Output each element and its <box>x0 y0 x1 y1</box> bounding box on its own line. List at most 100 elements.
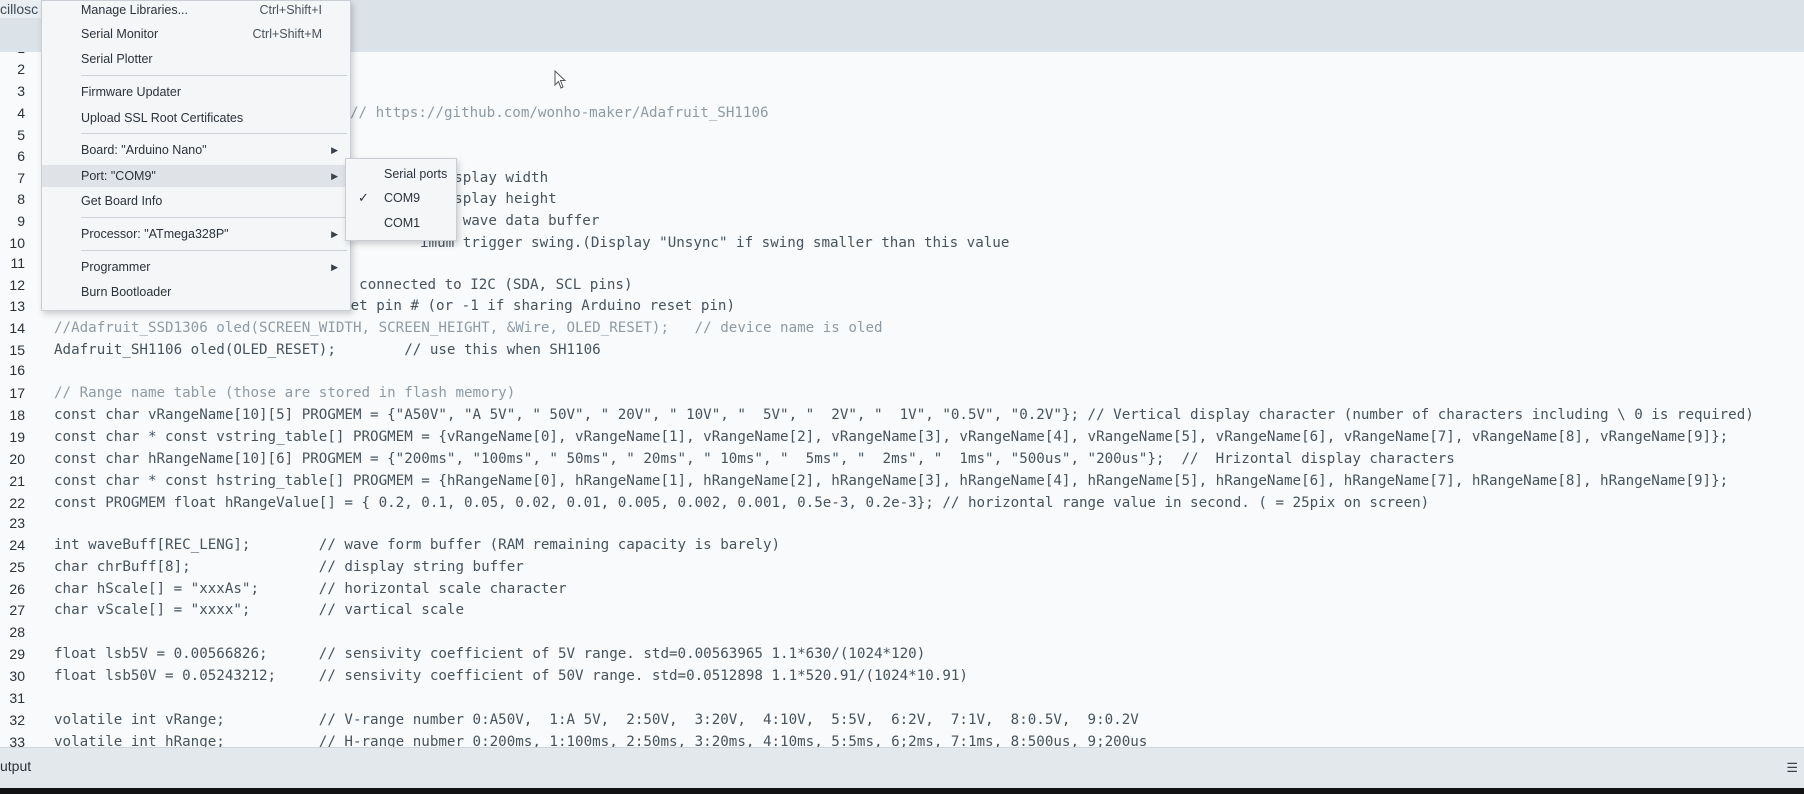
code-text: const char * const vstring_table[] PROGM… <box>54 429 1729 445</box>
line-number: 10 <box>9 235 25 251</box>
menu-item-label: Processor: "ATmega328P" <box>81 227 229 241</box>
line-number: 28 <box>9 624 25 640</box>
menu-item-port[interactable]: Port: "COM9" ▶ <box>42 165 350 187</box>
line-number: 24 <box>9 537 25 553</box>
code-line[interactable]: 28 <box>0 621 25 643</box>
code-line[interactable]: 29 float lsb5V = 0.00566826; // sensivity… <box>0 643 925 665</box>
code-line[interactable]: 23 <box>0 512 25 534</box>
code-line[interactable]: 30 float lsb50V = 0.05243212; // sensivit… <box>0 665 968 687</box>
line-number: 11 <box>10 255 25 271</box>
code-line[interactable]: 13 Reset pin # (or -1 if sharing Arduino … <box>0 295 735 317</box>
code-line[interactable]: 32 volatile int vRange; // V-range number… <box>0 709 1138 731</box>
menu-item-label: Get Board Info <box>81 194 163 208</box>
code-line[interactable]: 11 <box>0 252 25 274</box>
menu-divider <box>81 217 347 218</box>
menu-item-programmer[interactable]: Programmer ▶ <box>42 256 350 278</box>
code-text: Adafruit_SH1106 oled(OLED_RESET); // use… <box>54 342 601 358</box>
line-number: 8 <box>17 191 25 207</box>
menu-item-processor[interactable]: Processor: "ATmega328P" ▶ <box>42 223 350 245</box>
code-line[interactable]: 16 <box>0 359 25 381</box>
menu-item-label: Burn Bootloader <box>81 285 172 299</box>
code-text: // Range name table (those are stored in… <box>54 385 516 401</box>
submenu-item-label: COM9 <box>384 191 421 205</box>
code-line[interactable]: 4 // https://github.com/wonho-maker/Adafr… <box>0 102 768 124</box>
menu-item-label: Serial Plotter <box>81 52 153 66</box>
menu-item-firmware-updater[interactable]: Firmware Updater <box>42 81 350 103</box>
menu-item-label: Board: "Arduino Nano" <box>81 143 207 157</box>
code-line[interactable]: 25 char chrBuff[8]; // display string buf… <box>0 556 523 578</box>
line-number: 7 <box>17 170 25 186</box>
code-text: const char * const hstring_table[] PROGM… <box>54 473 1729 489</box>
submenu-item-label: COM1 <box>384 216 421 230</box>
code-line[interactable]: 33 volatile int hRange; // H-range nubmer… <box>0 731 1147 747</box>
line-number: 6 <box>17 148 25 164</box>
code-text: volatile int vRange; // V-range number 0… <box>54 712 1139 728</box>
menu-item-manage-libraries[interactable]: Manage Libraries... Ctrl+Shift+I <box>42 0 350 21</box>
code-line[interactable]: 10 imum trigger swing.(Display "Unsync" i… <box>0 232 1009 254</box>
submenu-item-com1[interactable]: COM1 <box>346 212 456 234</box>
code-line[interactable]: 15 Adafruit_SH1106 oled(OLED_RESET); // u… <box>0 339 600 361</box>
chevron-right-icon: ▶ <box>331 171 338 181</box>
code-line[interactable]: 5 <box>0 124 25 146</box>
code-text: //Adafruit_SSD1306 oled(SCREEN_WIDTH, SC… <box>54 320 883 336</box>
code-line[interactable]: 3 <box>0 80 25 102</box>
code-line[interactable]: 8D display height <box>0 188 556 210</box>
code-text: char hScale[] = "xxxAs"; // horizontal s… <box>54 581 567 597</box>
menu-divider <box>81 75 347 76</box>
code-text: lay connected to I2C (SDA, SCL pins) <box>325 277 633 293</box>
code-line[interactable]: 18 const char vRangeName[10][5] PROGMEM =… <box>0 404 1753 426</box>
line-number: 4 <box>17 105 25 121</box>
code-line[interactable]: 12 lay connected to I2C (SDA, SCL pins) <box>0 274 632 296</box>
line-number: 27 <box>9 602 25 618</box>
list-icon[interactable]: ☰ <box>1786 760 1798 776</box>
code-text: volatile int hRange; // H-range nubmer 0… <box>54 734 1148 747</box>
line-number: 15 <box>9 342 25 358</box>
menu-item-burn-bootloader[interactable]: Burn Bootloader <box>42 281 350 303</box>
menu-item-serial-plotter[interactable]: Serial Plotter <box>42 48 350 70</box>
code-line[interactable]: 9e of wave data buffer <box>0 210 599 232</box>
code-line[interactable]: 31 <box>0 687 25 709</box>
code-line[interactable]: 2 <box>0 58 25 80</box>
code-line[interactable]: 24 int waveBuff[REC_LENG]; // wave form b… <box>0 534 780 556</box>
code-line[interactable]: 26 char hScale[] = "xxxAs"; // horizontal… <box>0 578 566 600</box>
menu-item-board[interactable]: Board: "Arduino Nano" ▶ <box>42 139 350 161</box>
menu-divider <box>81 250 347 251</box>
menu-item-label: Manage Libraries... <box>81 3 189 17</box>
line-number: 20 <box>9 451 25 467</box>
code-text: char vScale[] = "xxxx"; // vartical scal… <box>54 602 464 618</box>
line-number: 22 <box>9 495 25 511</box>
menu-item-label: Serial Monitor <box>81 27 159 41</box>
code-line[interactable]: 21 const char * const hstring_table[] PRO… <box>0 470 1728 492</box>
menu-item-label: Firmware Updater <box>81 85 182 99</box>
code-line[interactable]: 14 //Adafruit_SSD1306 oled(SCREEN_WIDTH, … <box>0 317 882 339</box>
submenu-item-com9[interactable]: ✓ COM9 <box>346 187 456 209</box>
sketch-tab[interactable]: cillosc <box>0 0 45 18</box>
code-line[interactable]: 20 const char hRangeName[10][6] PROGMEM =… <box>0 448 1454 470</box>
code-line[interactable]: 6 <box>0 145 25 167</box>
menu-item-serial-monitor[interactable]: Serial Monitor Ctrl+Shift+M <box>42 23 350 45</box>
line-number: 26 <box>9 581 25 597</box>
menu-item-shortcut: Ctrl+Shift+M <box>252 27 322 41</box>
code-text: float lsb50V = 0.05243212; // sensivity … <box>54 668 968 684</box>
chevron-right-icon: ▶ <box>331 262 338 272</box>
line-number: 32 <box>9 712 25 728</box>
output-console <box>0 788 1804 794</box>
menu-item-label: Upload SSL Root Certificates <box>81 111 244 125</box>
code-line[interactable]: 27 char vScale[] = "xxxx"; // vartical sc… <box>0 599 464 621</box>
port-submenu: Serial ports ✓ COM9 COM1 <box>345 158 457 241</box>
code-text: const char hRangeName[10][6] PROGMEM = {… <box>54 451 1455 467</box>
menu-item-label: Programmer <box>81 260 151 274</box>
code-line[interactable]: 7D display width <box>0 167 548 189</box>
menu-item-board-info[interactable]: Get Board Info <box>42 190 350 212</box>
code-text: Reset pin # (or -1 if sharing Arduino re… <box>325 298 735 314</box>
code-line[interactable]: 17 // Range name table (those are stored … <box>0 382 515 404</box>
tools-menu: Manage Libraries... Ctrl+Shift+I Serial … <box>41 0 351 311</box>
line-number: 18 <box>9 407 25 423</box>
code-line[interactable]: 22 const PROGMEM float hRangeValue[] = { … <box>0 492 1429 514</box>
menu-item-upload-ssl[interactable]: Upload SSL Root Certificates <box>42 107 350 129</box>
line-number: 2 <box>17 61 25 77</box>
line-number: 19 <box>9 429 25 445</box>
submenu-item-label: Serial ports <box>384 167 448 181</box>
line-number: 5 <box>17 127 25 143</box>
code-line[interactable]: 19 const char * const vstring_table[] PRO… <box>0 426 1728 448</box>
